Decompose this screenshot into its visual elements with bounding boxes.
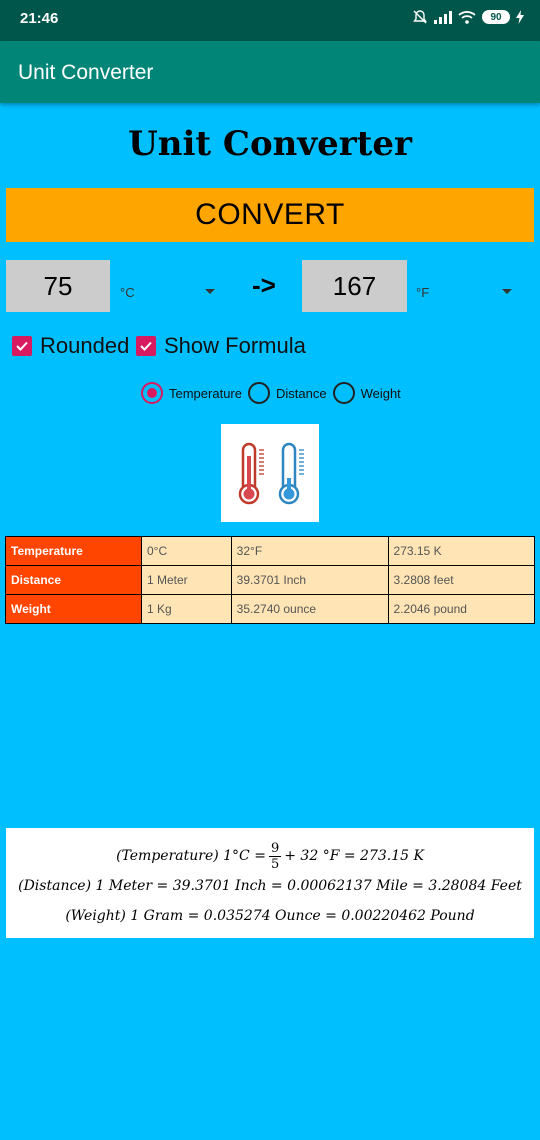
radio-indicator[interactable] bbox=[332, 382, 355, 404]
table-cell: 1 Meter bbox=[141, 565, 232, 595]
formula-panel: (Temperature) 1°C = 9 5 + 32 °F = 273.15… bbox=[6, 828, 534, 938]
to-unit-dropdown-icon[interactable] bbox=[502, 289, 512, 294]
rounded-checkbox[interactable]: Rounded bbox=[12, 333, 129, 359]
row-header: Weight bbox=[5, 594, 142, 624]
conversion-table: Temperature 0°C 32°F 273.15 K Distance 1… bbox=[5, 536, 536, 624]
convert-button[interactable]: CONVERT bbox=[6, 188, 534, 242]
wifi-icon bbox=[458, 11, 476, 24]
conversion-arrow: -> bbox=[252, 270, 276, 300]
app-bar: Unit Converter bbox=[0, 41, 540, 103]
radio-label: Temperature bbox=[169, 385, 242, 401]
thermometer-icon bbox=[238, 442, 304, 505]
app-bar-title: Unit Converter bbox=[18, 61, 154, 84]
fraction-numerator: 9 bbox=[268, 840, 282, 857]
distance-formula: (Distance) 1 Meter = 39.3701 Inch = 0.00… bbox=[18, 878, 522, 894]
table-row: Distance 1 Meter 39.3701 Inch 3.2808 fee… bbox=[5, 565, 536, 595]
formula-fraction: 9 5 bbox=[268, 840, 282, 872]
table-cell: 32°F bbox=[230, 536, 389, 566]
radio-weight[interactable]: Weight bbox=[332, 382, 401, 404]
to-unit-select[interactable]: °F bbox=[416, 285, 429, 300]
weight-formula: (Weight) 1 Gram = 0.035274 Ounce = 0.002… bbox=[65, 908, 475, 924]
from-value-input[interactable]: 75 bbox=[6, 260, 110, 312]
formula-suffix: + 32 °F = 273.15 K bbox=[284, 848, 424, 864]
table-cell: 2.2046 pound bbox=[387, 594, 536, 624]
table-row: Weight 1 Kg 35.2740 ounce 2.2046 pound bbox=[5, 594, 536, 624]
table-cell: 1 Kg bbox=[141, 594, 232, 624]
status-bar: 21:46 90 bbox=[0, 0, 540, 41]
formula-prefix: (Temperature) 1°C = bbox=[116, 848, 266, 864]
battery-icon: 90 bbox=[482, 10, 510, 24]
radio-distance[interactable]: Distance bbox=[247, 382, 327, 404]
radio-label: Weight bbox=[360, 385, 401, 401]
category-image bbox=[221, 424, 319, 522]
rounded-label: Rounded bbox=[40, 333, 130, 358]
table-cell: 35.2740 ounce bbox=[230, 594, 389, 624]
charging-icon bbox=[516, 10, 524, 24]
signal-icon bbox=[434, 11, 452, 24]
radio-indicator[interactable] bbox=[141, 382, 163, 404]
table-cell: 273.15 K bbox=[387, 536, 536, 566]
radio-label: Distance bbox=[275, 385, 327, 401]
show-formula-checkbox[interactable]: Show Formula bbox=[136, 333, 306, 359]
check-icon[interactable] bbox=[136, 336, 156, 356]
temperature-formula: (Temperature) 1°C = 9 5 + 32 °F = 273.15… bbox=[6, 838, 534, 874]
status-icons: 90 bbox=[412, 9, 524, 25]
fraction-denominator: 5 bbox=[270, 856, 280, 872]
status-time: 21:46 bbox=[20, 10, 59, 27]
row-header: Temperature bbox=[5, 536, 142, 566]
table-row: Temperature 0°C 32°F 273.15 K bbox=[5, 536, 536, 566]
page-title: Unit Converter bbox=[128, 124, 412, 164]
radio-indicator[interactable] bbox=[247, 382, 270, 404]
table-cell: 3.2808 feet bbox=[387, 565, 536, 595]
show-formula-label: Show Formula bbox=[164, 333, 306, 358]
from-unit-dropdown-icon[interactable] bbox=[205, 289, 215, 294]
category-radio-group: Temperature Distance Weight bbox=[141, 382, 407, 404]
radio-temperature[interactable]: Temperature bbox=[141, 382, 242, 404]
row-header: Distance bbox=[5, 565, 142, 595]
to-value-output[interactable]: 167 bbox=[302, 260, 407, 312]
check-icon[interactable] bbox=[12, 336, 32, 356]
table-cell: 39.3701 Inch bbox=[230, 565, 389, 595]
mute-icon bbox=[413, 10, 427, 24]
from-unit-select[interactable]: °C bbox=[120, 285, 135, 300]
table-cell: 0°C bbox=[141, 536, 232, 566]
